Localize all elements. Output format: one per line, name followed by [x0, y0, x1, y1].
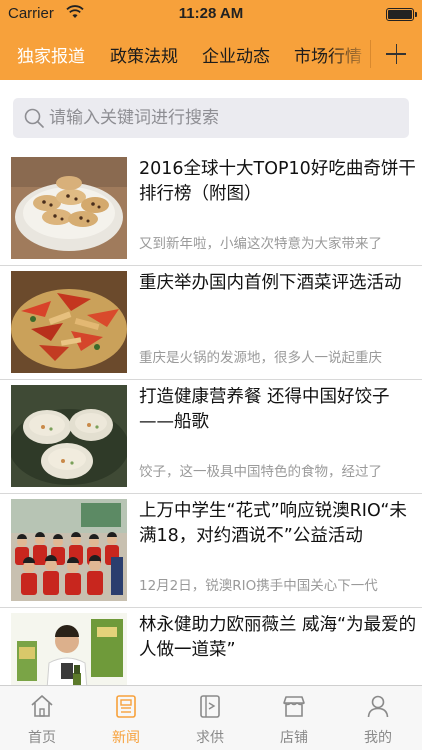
tab-policy-regulations[interactable]: 政策法规	[110, 42, 178, 67]
news-item[interactable]: 2016全球十大TOP10好吃曲奇饼干排行榜（附图） 又到新年啦，小编这次特意为…	[0, 152, 422, 266]
channel-tabs: 独家报道 政策法规 企业动态 市场行情	[0, 28, 422, 80]
newspaper-icon	[116, 695, 136, 718]
status-bar: Carrier 11:28 AM	[0, 0, 422, 28]
spicy-dish-photo	[11, 271, 127, 373]
clock: 11:28 AM	[178, 5, 244, 22]
news-title: 重庆举办国内首例下酒菜评选活动	[139, 273, 402, 293]
students-photo	[11, 499, 127, 601]
news-item[interactable]: 上万中学生“花式”响应锐澳RIO“未满18，对约酒说不”公益活动 12月2日，锐…	[0, 494, 422, 608]
tab-scroll-fade	[330, 28, 370, 80]
news-summary: 饺子，这一极具中国特色的食物，经过了	[139, 464, 382, 480]
battery-icon	[386, 8, 417, 21]
tab-company-news[interactable]: 企业动态	[202, 42, 270, 67]
bottom-tab-bar: 首页 新闻 求供 店铺 我的	[0, 685, 422, 750]
cookies-photo	[11, 157, 127, 259]
news-title: 2016全球十大TOP10好吃曲奇饼干排行榜（附图）	[139, 159, 416, 204]
search-icon	[24, 108, 44, 128]
search-bar[interactable]	[13, 98, 409, 138]
tab-news[interactable]: 新闻	[84, 686, 168, 750]
tab-home[interactable]: 首页	[0, 686, 84, 750]
news-title: 林永健助力欧丽薇兰 威海“为最爱的人做一道菜”	[139, 615, 417, 660]
supply-demand-icon	[200, 695, 220, 718]
tab-supply-demand-label: 求供	[196, 730, 224, 746]
home-icon	[31, 695, 53, 717]
tab-store-label: 店铺	[280, 730, 308, 746]
tab-exclusive-report[interactable]: 独家报道	[17, 42, 85, 67]
tab-supply-demand[interactable]: 求供	[168, 686, 252, 750]
user-icon	[367, 695, 389, 718]
news-item[interactable]: 打造健康营养餐 还得中国好饺子——船歌 饺子，这一极具中国特色的食物，经过了	[0, 380, 422, 494]
search-area	[0, 80, 422, 152]
news-item[interactable]: 重庆举办国内首例下酒菜评选活动 重庆是火锅的发源地，很多人一说起重庆	[0, 266, 422, 380]
tab-store[interactable]: 店铺	[252, 686, 336, 750]
tab-profile[interactable]: 我的	[336, 686, 420, 750]
plus-icon[interactable]	[371, 28, 422, 80]
news-summary: 12月2日，锐澳RIO携手中国关心下一代	[139, 578, 378, 594]
news-title: 上万中学生“花式”响应锐澳RIO“未满18，对约酒说不”公益活动	[139, 501, 407, 546]
news-title: 打造健康营养餐 还得中国好饺子——船歌	[139, 387, 390, 432]
tab-news-label: 新闻	[112, 730, 140, 746]
news-summary: 又到新年啦，小编这次特意为大家带来了	[139, 236, 382, 252]
dumplings-photo	[11, 385, 127, 487]
store-icon	[283, 696, 305, 717]
search-input[interactable]	[49, 98, 399, 138]
tab-profile-label: 我的	[364, 730, 392, 746]
tab-home-label: 首页	[28, 730, 56, 746]
news-summary: 重庆是火锅的发源地，很多人一说起重庆	[139, 350, 382, 366]
